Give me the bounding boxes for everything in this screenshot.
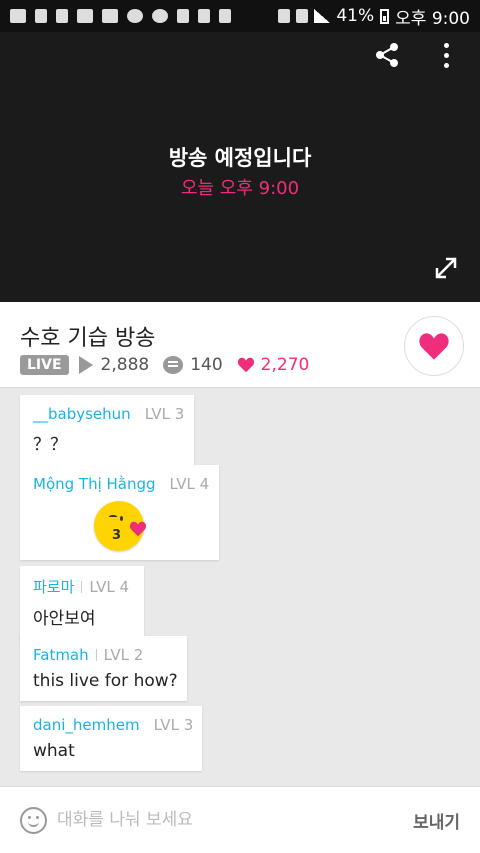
chat-username[interactable]: Fatmah (33, 646, 89, 664)
chat-level: LVL 3 (144, 405, 185, 423)
chat-level: LVL 2 (103, 646, 144, 664)
fullscreen-icon[interactable] (431, 253, 461, 283)
chat-level: LVL 4 (169, 475, 210, 493)
wifi-icon (296, 9, 309, 23)
like-button[interactable] (404, 316, 464, 376)
chat-message: __babysehun LVL 3 ？？ (20, 395, 194, 465)
image-icon (35, 9, 47, 23)
like-count: 2,270 (260, 355, 310, 375)
chat-username[interactable]: dani_hemhem (33, 716, 140, 734)
clock: 오후 9:00 (395, 8, 470, 29)
heart-icon (419, 332, 449, 360)
payco-icon (102, 9, 118, 23)
live-badge: LIVE (20, 355, 69, 375)
play-icon (78, 356, 93, 374)
chat-level: LVL 3 (153, 716, 194, 734)
chat-level: LVL 4 (89, 577, 130, 596)
youtube-icon (77, 9, 93, 23)
share-icon[interactable] (372, 40, 402, 70)
status-bar: 41% 오후 9:00 (0, 0, 480, 32)
chat-list[interactable]: __babysehun LVL 3 ？？ Mộng Thị Hằngg LVL … (0, 389, 480, 786)
kiss-sticker: 3 (94, 501, 147, 551)
chat-input-bar: 보내기 (0, 786, 480, 853)
target-icon (152, 9, 168, 23)
send-button[interactable]: 보내기 (413, 808, 460, 833)
coin-icon (127, 9, 143, 23)
comment-icon (163, 356, 184, 374)
chat-message: Mộng Thị Hằngg LVL 4 3 (20, 465, 219, 560)
schedule-time: 오늘 오후 9:00 (180, 178, 300, 199)
sticker-mouth: 3 (112, 528, 122, 543)
heart-icon (129, 521, 147, 537)
battery-icon (380, 8, 390, 24)
chat-text: ？？ (33, 435, 67, 455)
video-player[interactable]: 방송 예정입니다 오늘 오후 9:00 (0, 32, 480, 302)
battery-level: 41% (336, 6, 375, 26)
chat-username[interactable]: __babysehun (33, 405, 131, 423)
divider (95, 649, 97, 661)
divider (81, 580, 83, 593)
schedule-title: 방송 예정입니다 (168, 146, 312, 170)
view-count: 2,888 (100, 355, 150, 375)
more-options-icon[interactable] (434, 40, 458, 70)
chat-text: 아안보여 (33, 609, 96, 629)
emoji-icon[interactable] (20, 806, 47, 834)
system-status: 41% 오후 9:00 (278, 4, 470, 29)
chat-message: 파로마 LVL 4 아안보여 (20, 566, 144, 639)
notification-icons (10, 9, 231, 23)
heart-outline-icon (219, 9, 231, 23)
chat-message: Fatmah LVL 2 this live for how? (20, 636, 187, 701)
chat-username[interactable]: 파로마 (33, 576, 74, 597)
chat-text: what (33, 741, 75, 761)
comment-count: 140 (190, 355, 223, 375)
chat-text: this live for how? (33, 671, 178, 691)
chat-message: dani_hemhem LVL 3 what (20, 706, 202, 771)
message-icon (10, 9, 26, 23)
chat-username[interactable]: Mộng Thị Hằngg (33, 475, 156, 493)
mute-icon (278, 9, 291, 23)
ok-icon (198, 9, 210, 23)
broadcast-title: 수호 기습 방송 (20, 326, 156, 351)
microphone-icon (56, 9, 68, 23)
twitter-icon (177, 9, 189, 23)
broadcast-stats: LIVE 2,888 140 2,270 (20, 355, 309, 375)
heart-icon (237, 357, 254, 373)
chat-input[interactable] (57, 810, 357, 830)
signal-icon (314, 9, 331, 23)
broadcast-info: 수호 기습 방송 LIVE 2,888 140 2,270 (0, 302, 480, 388)
